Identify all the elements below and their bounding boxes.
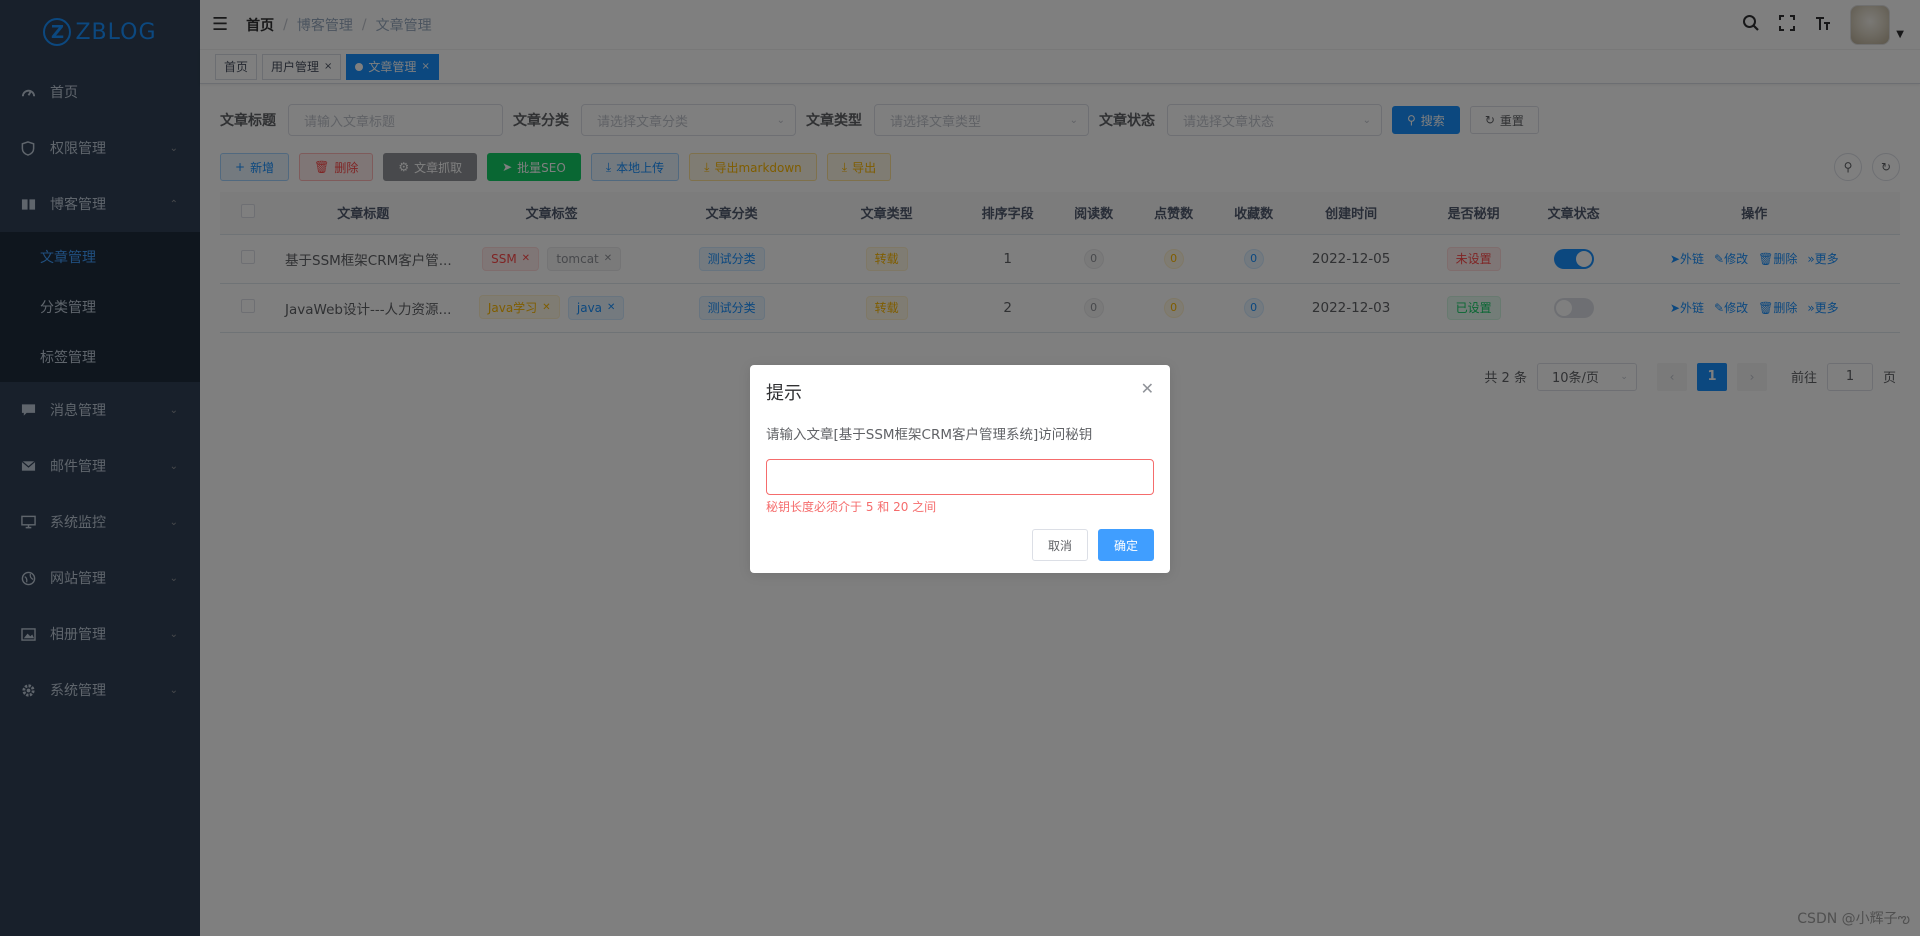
dialog-title: 提示 [766, 383, 802, 404]
confirm-button[interactable]: 确定 [1097, 529, 1154, 561]
validation-error: 秘钥长度必须介于 5 和 20 之间 [766, 500, 937, 514]
cancel-button[interactable]: 取消 [1031, 529, 1088, 561]
close-icon[interactable]: ✕ [1141, 379, 1154, 398]
secret-key-input[interactable] [766, 459, 1154, 495]
dialog-message: 请输入文章[基于SSM框架CRM客户管理系统]访问秘钥 [766, 427, 1093, 443]
secret-key-dialog: 提示 ✕ 请输入文章[基于SSM框架CRM客户管理系统]访问秘钥 秘钥长度必须介… [750, 365, 1170, 573]
